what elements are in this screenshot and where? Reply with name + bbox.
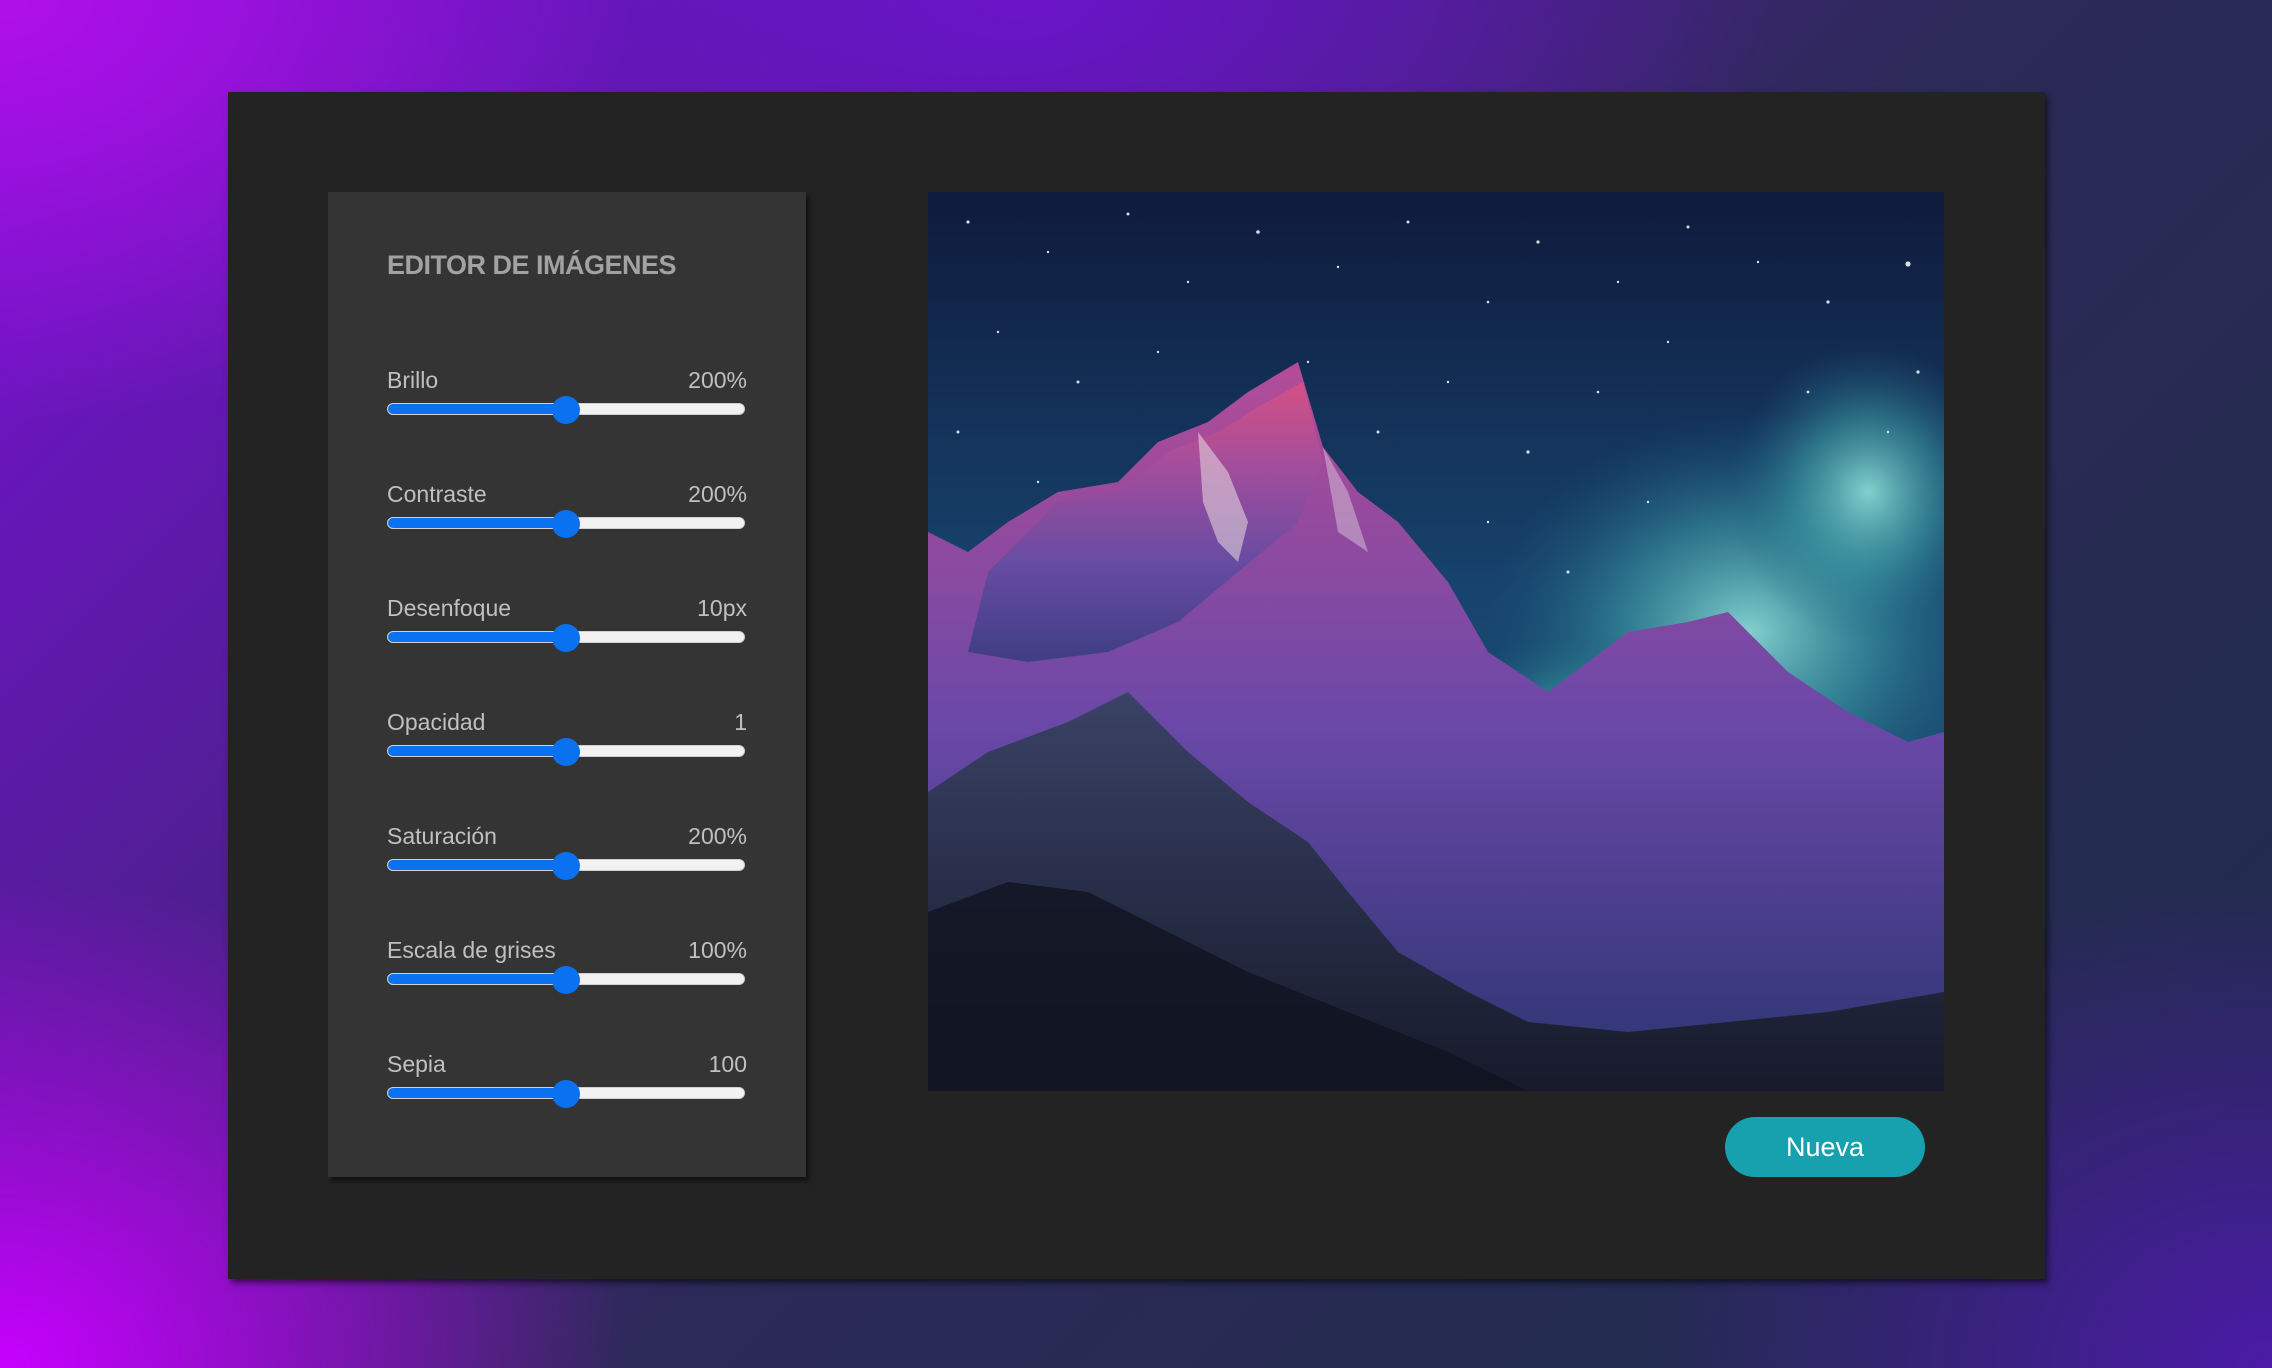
grayscale-control: Escala de grises 100% bbox=[387, 937, 747, 1007]
contrast-label: Contraste bbox=[387, 481, 487, 507]
contrast-value: 200% bbox=[688, 481, 747, 507]
brightness-slider-fill bbox=[388, 404, 566, 414]
saturation-control: Saturación 200% bbox=[387, 823, 747, 893]
contrast-control: Contraste 200% bbox=[387, 481, 747, 551]
blur-label: Desenfoque bbox=[387, 595, 512, 621]
grayscale-slider-thumb[interactable] bbox=[552, 966, 580, 994]
blur-value: 10px bbox=[697, 595, 747, 621]
opacity-label: Opacidad bbox=[387, 709, 486, 735]
brightness-slider-thumb[interactable] bbox=[552, 396, 580, 424]
sepia-slider-fill bbox=[388, 1088, 566, 1098]
opacity-value: 1 bbox=[734, 709, 747, 735]
sepia-control: Sepia 100 bbox=[387, 1051, 747, 1121]
brightness-label: Brillo bbox=[387, 367, 439, 393]
grayscale-value: 100% bbox=[688, 937, 747, 963]
brightness-value: 200% bbox=[688, 367, 747, 393]
saturation-value: 200% bbox=[688, 823, 747, 849]
sepia-slider-thumb[interactable] bbox=[552, 1080, 580, 1108]
opacity-slider-thumb[interactable] bbox=[552, 738, 580, 766]
grayscale-label: Escala de grises bbox=[387, 937, 556, 963]
new-image-button[interactable]: Nueva bbox=[1725, 1117, 1925, 1177]
saturation-label: Saturación bbox=[387, 823, 497, 849]
preview-image bbox=[928, 192, 1944, 1091]
app-panel: EDITOR DE IMÁGENES Brillo 200% Contraste… bbox=[228, 92, 2045, 1279]
blur-control: Desenfoque 10px bbox=[387, 595, 747, 665]
grayscale-slider-fill bbox=[388, 974, 566, 984]
saturation-slider-fill bbox=[388, 860, 566, 870]
blur-slider-thumb[interactable] bbox=[552, 624, 580, 652]
opacity-control: Opacidad 1 bbox=[387, 709, 747, 779]
contrast-slider-fill bbox=[388, 518, 566, 528]
contrast-slider-thumb[interactable] bbox=[552, 510, 580, 538]
mountain-night-sky-image bbox=[928, 192, 1944, 1091]
sepia-value: 100 bbox=[708, 1051, 747, 1077]
opacity-slider-fill bbox=[388, 746, 566, 756]
editor-sidebar: EDITOR DE IMÁGENES Brillo 200% Contraste… bbox=[328, 192, 806, 1177]
brightness-control: Brillo 200% bbox=[387, 367, 747, 437]
blur-slider-fill bbox=[388, 632, 566, 642]
sepia-label: Sepia bbox=[387, 1051, 446, 1077]
saturation-slider-thumb[interactable] bbox=[552, 852, 580, 880]
editor-title: EDITOR DE IMÁGENES bbox=[387, 250, 677, 280]
